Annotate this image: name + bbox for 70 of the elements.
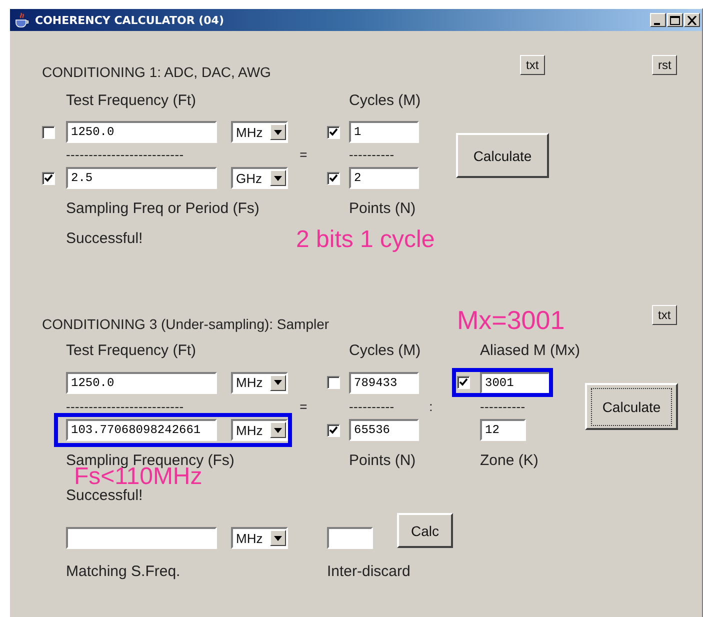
window-title: COHERENCY CALCULATOR (04): [35, 14, 225, 26]
divider-line: --------------------------: [66, 147, 184, 162]
caret-icon: [274, 176, 282, 180]
checkbox[interactable]: [327, 424, 340, 436]
input-field[interactable]: 1: [349, 121, 419, 143]
calc-button[interactable]: Calc: [397, 513, 453, 548]
input-field[interactable]: 1250.0: [66, 121, 217, 143]
field-label: Sampling Freq or Period (Fs): [66, 200, 260, 216]
unit-dropdown[interactable]: MHz: [231, 121, 288, 143]
close-icon: [687, 16, 697, 24]
divider-line: ----------: [349, 147, 394, 162]
maximize-icon: [670, 16, 680, 24]
field-label: Aliased M (Mx): [480, 342, 580, 358]
annotation-text: Mx=3001: [457, 307, 565, 333]
unit-dropdown[interactable]: MHz: [231, 372, 288, 394]
section-heading: CONDITIONING 1: ADC, DAC, AWG: [42, 64, 271, 80]
input-field[interactable]: 789433: [349, 372, 419, 394]
checkbox[interactable]: [327, 172, 340, 184]
status-text: Successful!: [66, 230, 143, 246]
checkbox[interactable]: [457, 376, 470, 389]
checkbox[interactable]: [327, 126, 340, 138]
field-label: Matching S.Freq.: [66, 562, 180, 580]
unit-dropdown[interactable]: MHz: [231, 419, 288, 441]
input-field[interactable]: [327, 527, 373, 549]
annotation-text: 2 bits 1 cycle: [296, 228, 435, 252]
txt-button[interactable]: txt: [652, 305, 677, 325]
unit-dropdown[interactable]: MHz: [231, 527, 288, 549]
calculate-button[interactable]: Calculate: [585, 383, 678, 430]
reset-button[interactable]: rst: [652, 55, 678, 75]
coffee-cup-icon: [14, 12, 30, 28]
caret-icon: [274, 380, 282, 385]
divider-line: ----------: [349, 398, 394, 414]
caret-icon: [274, 536, 282, 540]
field-label: Test Frequency (Ft): [66, 92, 196, 108]
input-field[interactable]: 1250.0: [66, 372, 217, 394]
close-button[interactable]: [684, 13, 700, 27]
input-field[interactable]: 65536: [349, 419, 419, 441]
calculate-button[interactable]: Calculate: [456, 133, 549, 178]
annotation-text: Fs<110MHz: [74, 467, 202, 488]
divider-line: --------------------------: [66, 398, 184, 414]
input-field[interactable]: 12: [480, 419, 526, 441]
field-label: Sampling Frequency (Fs): [66, 452, 234, 468]
status-text: Successful!: [66, 486, 143, 504]
checkbox[interactable]: [42, 126, 55, 138]
checkbox[interactable]: [42, 172, 55, 184]
caret-icon: [274, 428, 282, 432]
caret-icon: [274, 130, 282, 134]
unit-dropdown[interactable]: GHz: [231, 167, 288, 189]
field-label: Points (N): [349, 452, 416, 468]
colon-sign: :: [429, 398, 433, 414]
divider-line: ----------: [480, 398, 526, 414]
field-label: Cycles (M): [349, 342, 421, 358]
maximize-button[interactable]: [667, 13, 683, 27]
input-field[interactable]: 2: [349, 167, 419, 189]
input-field[interactable]: [66, 527, 217, 549]
field-label: Cycles (M): [349, 92, 421, 108]
minimize-icon: [654, 22, 660, 24]
field-label: Zone (K): [480, 452, 538, 468]
section-heading: CONDITIONING 3 (Under-sampling): Sampler: [42, 316, 330, 332]
field-label: Points (N): [349, 200, 416, 216]
equals-sign: =: [300, 147, 308, 162]
field-label: Test Frequency (Ft): [66, 342, 196, 358]
checkbox[interactable]: [327, 376, 340, 389]
input-field[interactable]: 2.5: [66, 167, 217, 189]
txt-button[interactable]: txt: [520, 55, 545, 75]
field-label: Inter-discard: [327, 562, 410, 580]
input-field[interactable]: 103.77068098242661: [66, 419, 217, 441]
equals-sign: =: [300, 398, 308, 414]
minimize-button[interactable]: [650, 13, 666, 27]
input-field[interactable]: 3001: [480, 372, 550, 394]
